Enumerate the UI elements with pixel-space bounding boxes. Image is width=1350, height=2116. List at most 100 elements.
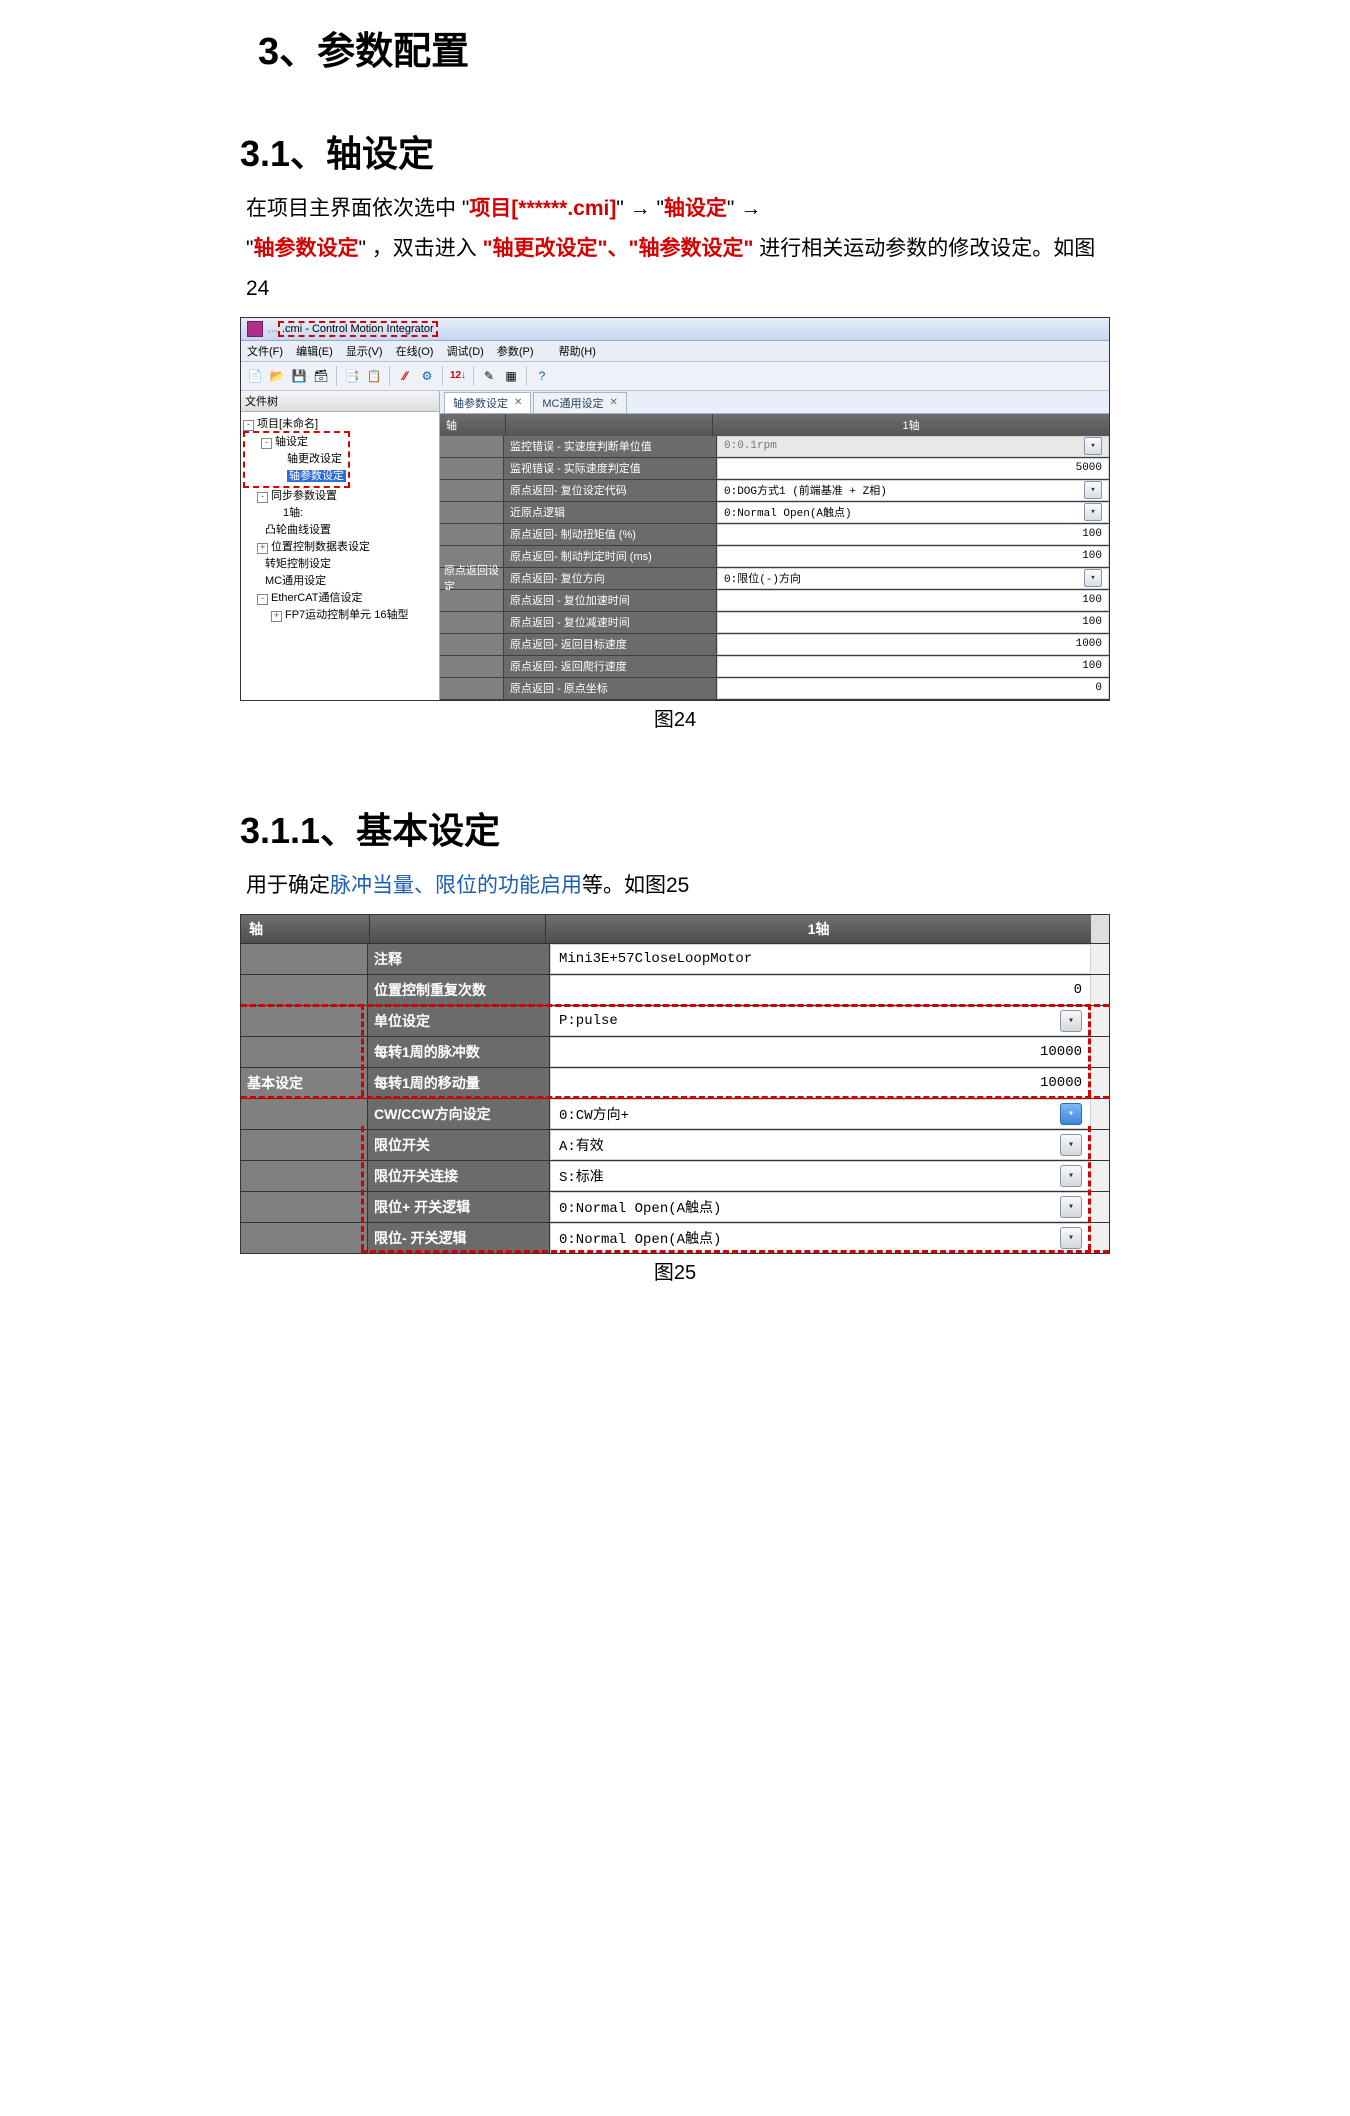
t25-param-value[interactable]: 10000 — [550, 1068, 1091, 1098]
grid-row: 原点返回- 复位设定代码0:DOG方式1 (前端基准 + Z相)▾ — [440, 480, 1109, 502]
heading-3-1-1: 3.1.1、基本设定 — [240, 802, 1110, 854]
grid-param-value[interactable]: 1000 — [717, 634, 1109, 655]
menu-file[interactable]: 文件(F) — [247, 346, 283, 358]
menu-help[interactable]: 帮助(H) — [559, 346, 596, 358]
tree-posdata[interactable]: +位置控制数据表设定 — [243, 539, 437, 556]
grid-group-cell — [440, 436, 504, 457]
chevron-down-icon[interactable]: ▾ — [1084, 481, 1102, 499]
grid-param-value[interactable]: 100 — [717, 524, 1109, 545]
t25-param-name: 每转1周的移动量 — [368, 1068, 550, 1098]
t25-param-name: 限位+ 开关逻辑 — [368, 1192, 550, 1222]
t25-param-value[interactable]: P:pulse▾ — [550, 1006, 1091, 1036]
grid-row: 监视错误 - 实际速度判定值5000 — [440, 458, 1109, 480]
table-row: 限位+ 开关逻辑0:Normal Open(A触点)▾ — [241, 1191, 1109, 1222]
grid-param-value[interactable]: 0:Normal Open(A触点)▾ — [717, 502, 1109, 523]
grid-row: 原点返回- 返回爬行速度100 — [440, 656, 1109, 678]
table-row: 注释Mini3E+57CloseLoopMotor — [241, 943, 1109, 974]
tab-axis-param[interactable]: 轴参数设定✕ — [444, 392, 531, 413]
tree-ecat[interactable]: -EtherCAT通信设定 — [243, 590, 437, 607]
chevron-down-icon[interactable]: ▾ — [1060, 1010, 1082, 1032]
t25-head-axis1: 1轴 — [546, 915, 1091, 943]
tb-new-icon[interactable]: 📄 — [245, 366, 265, 386]
t25-group-cell — [241, 1192, 368, 1222]
t25-param-value[interactable]: Mini3E+57CloseLoopMotor — [550, 944, 1091, 974]
table-row: 基本设定每转1周的移动量10000 — [241, 1067, 1109, 1098]
tree-axis-param[interactable]: 轴参数设定 — [247, 468, 346, 485]
t25-param-value[interactable]: A:有效▾ — [550, 1130, 1091, 1160]
t25-param-name: 限位开关连接 — [368, 1161, 550, 1191]
tb-12-icon[interactable]: 12↓ — [448, 366, 468, 386]
tb-copy-icon[interactable]: 📑 — [342, 366, 362, 386]
tb-gear-icon[interactable]: ⚙ — [417, 366, 437, 386]
tb-save-icon[interactable]: 💾 — [289, 366, 309, 386]
title-bar: … .cmi - Control Motion Integrator — [241, 318, 1109, 341]
chevron-down-icon[interactable]: ▾ — [1060, 1165, 1082, 1187]
t25-group-cell — [241, 1223, 368, 1253]
close-icon[interactable]: ✕ — [610, 397, 618, 408]
t25-group-cell — [241, 1099, 368, 1129]
tab-mc-common[interactable]: MC通用设定✕ — [533, 392, 627, 413]
tree-axis-change[interactable]: 轴更改设定 — [247, 451, 346, 468]
grid-param-name: 原点返回 - 原点坐标 — [504, 678, 717, 699]
grid-param-value[interactable]: 5000 — [717, 458, 1109, 479]
tb-edit-icon[interactable]: ✎ — [479, 366, 499, 386]
grid-param-value[interactable]: 0:DOG方式1 (前端基准 + Z相)▾ — [717, 480, 1109, 501]
menu-online[interactable]: 在线(O) — [396, 346, 434, 358]
t25-param-value[interactable]: 0:Normal Open(A触点)▾ — [550, 1192, 1091, 1222]
grid-param-value[interactable]: 0:限位(-)方向▾ — [717, 568, 1109, 589]
grid-row: 近原点逻辑0:Normal Open(A触点)▾ — [440, 502, 1109, 524]
app-icon — [247, 321, 263, 337]
tree-sync[interactable]: -同步参数设置 — [243, 488, 437, 505]
figure-24-app-window: … .cmi - Control Motion Integrator 文件(F)… — [240, 317, 1110, 701]
tb-connect-icon[interactable]: ⁄⁄ — [395, 366, 415, 386]
t25-param-value[interactable]: S:标准▾ — [550, 1161, 1091, 1191]
grid-param-value[interactable]: 100 — [717, 546, 1109, 567]
t25-param-value[interactable]: 0:Normal Open(A触点)▾ — [550, 1223, 1091, 1253]
t25-group-cell: 基本设定 — [241, 1068, 368, 1098]
grid-param-name: 原点返回- 制动扭矩值 (%) — [504, 524, 717, 545]
grid-param-value[interactable]: 100 — [717, 590, 1109, 611]
tb-help-icon[interactable]: ? — [532, 366, 552, 386]
t25-param-value[interactable]: 0 — [550, 975, 1091, 1005]
menu-param[interactable]: 参数(P) — [497, 346, 534, 358]
grid-param-value[interactable]: 0:0.1rpm▾ — [717, 436, 1109, 457]
grid-param-value[interactable]: 100 — [717, 612, 1109, 633]
table-row: 位置控制重复次数0 — [241, 974, 1109, 1005]
grid-row: 原点返回设定原点返回- 复位方向0:限位(-)方向▾ — [440, 568, 1109, 590]
menu-edit[interactable]: 编辑(E) — [296, 346, 333, 358]
chevron-down-icon[interactable]: ▾ — [1060, 1196, 1082, 1218]
tb-saveall-icon[interactable]: 🗃 — [311, 366, 331, 386]
tree-cam[interactable]: 凸轮曲线设置 — [243, 522, 437, 539]
grid-param-value[interactable]: 100 — [717, 656, 1109, 677]
tree-panel: 文件树 -项目[未命名] -轴设定 轴更改设定 轴参数设定 -同步参数设置 1轴… — [241, 391, 440, 700]
grid-param-value[interactable]: 0 — [717, 678, 1109, 699]
tree-axis1[interactable]: 1轴: — [243, 505, 437, 522]
tree-torque[interactable]: 转矩控制设定 — [243, 556, 437, 573]
scrollbar-gutter — [1091, 944, 1109, 974]
t25-param-value[interactable]: 0:CW方向+▾ — [550, 1099, 1091, 1129]
chevron-down-icon[interactable]: ▾ — [1084, 503, 1102, 521]
grid-row: 原点返回- 制动扭矩值 (%)100 — [440, 524, 1109, 546]
chevron-down-icon[interactable]: ▾ — [1060, 1103, 1082, 1125]
menu-debug[interactable]: 调试(D) — [447, 346, 484, 358]
grid-group-cell — [440, 634, 504, 655]
t25-param-name: 限位- 开关逻辑 — [368, 1223, 550, 1253]
t25-group-cell — [241, 1006, 368, 1036]
tree-fp7[interactable]: +FP7运动控制单元 16轴型 — [243, 607, 437, 624]
t25-param-value[interactable]: 10000 — [550, 1037, 1091, 1067]
close-icon[interactable]: ✕ — [514, 397, 522, 408]
chevron-down-icon[interactable]: ▾ — [1084, 569, 1102, 587]
tree-mc[interactable]: MC通用设定 — [243, 573, 437, 590]
tb-grid-icon[interactable]: ▦ — [501, 366, 521, 386]
chevron-down-icon[interactable]: ▾ — [1060, 1227, 1082, 1249]
tb-open-icon[interactable]: 📂 — [267, 366, 287, 386]
t25-param-name: CW/CCW方向设定 — [368, 1099, 550, 1129]
tree-axis[interactable]: -轴设定 — [247, 434, 346, 451]
chevron-down-icon[interactable]: ▾ — [1084, 437, 1102, 455]
grid-param-name: 原点返回- 复位方向 — [504, 568, 717, 589]
scrollbar-gutter — [1091, 1037, 1109, 1067]
tb-paste-icon[interactable]: 📋 — [364, 366, 384, 386]
menu-view[interactable]: 显示(V) — [346, 346, 383, 358]
grid-head-axis1: 1轴 — [713, 414, 1109, 436]
chevron-down-icon[interactable]: ▾ — [1060, 1134, 1082, 1156]
